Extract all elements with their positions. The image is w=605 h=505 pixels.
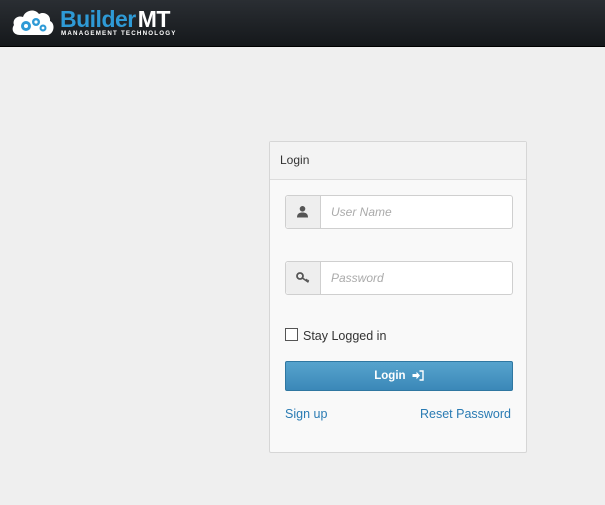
logo-word-builder: Builder (60, 6, 136, 32)
username-addon (286, 196, 321, 228)
sign-in-icon (412, 370, 424, 382)
builder-mt-logo[interactable]: BuilderMT MANAGEMENT TECHNOLOGY (10, 5, 180, 41)
user-icon (297, 206, 308, 218)
sign-up-link[interactable]: Sign up (285, 407, 327, 421)
stay-logged-in-checkbox[interactable] (285, 328, 298, 341)
username-field[interactable] (285, 195, 513, 229)
key-icon (296, 272, 310, 283)
logo-word-mt: MT (137, 6, 171, 32)
logo-tagline: MANAGEMENT TECHNOLOGY (61, 30, 177, 37)
password-input[interactable] (321, 262, 507, 294)
password-field[interactable] (285, 261, 513, 295)
top-navbar: BuilderMT MANAGEMENT TECHNOLOGY (0, 0, 605, 47)
username-input[interactable] (321, 196, 507, 228)
reset-password-link[interactable]: Reset Password (420, 407, 511, 421)
login-button[interactable]: Login (285, 361, 513, 391)
password-addon (286, 262, 321, 294)
login-button-label: Login (374, 369, 406, 382)
login-panel-title: Login (270, 142, 526, 180)
logo-wordmark: BuilderMT (60, 6, 170, 33)
stay-logged-in-label[interactable]: Stay Logged in (303, 329, 386, 343)
login-panel: Login Stay Logged in Login Sign up R (269, 141, 527, 453)
cloud-gears-icon (12, 10, 54, 36)
